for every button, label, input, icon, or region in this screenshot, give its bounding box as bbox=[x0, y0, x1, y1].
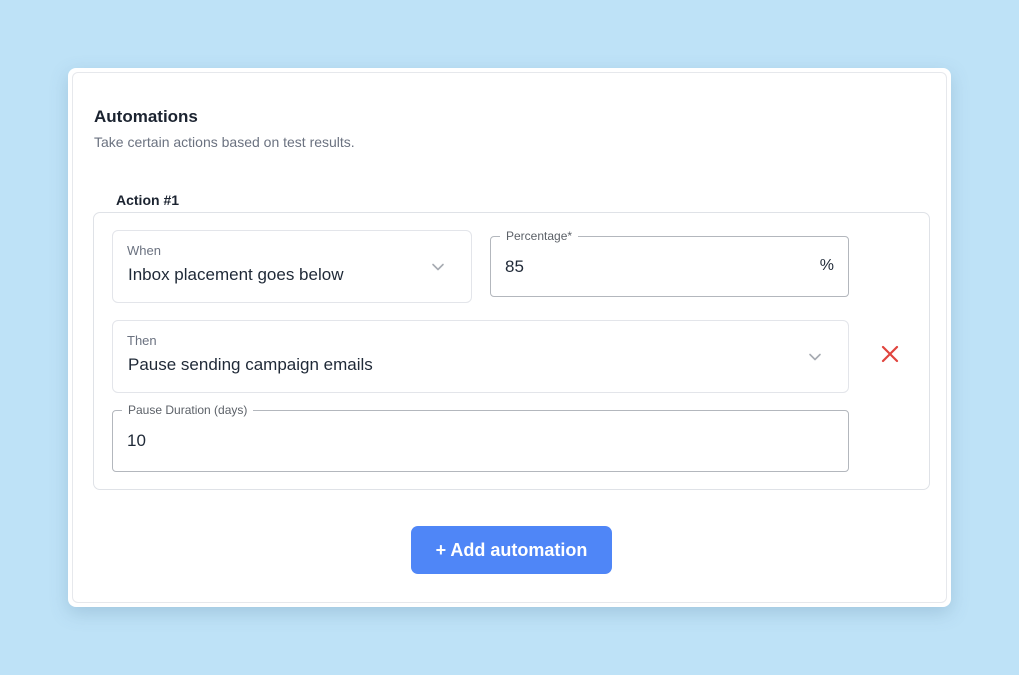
add-automation-button[interactable]: + Add automation bbox=[411, 526, 612, 574]
percentage-label: Percentage* bbox=[500, 228, 579, 244]
when-value: Inbox placement goes below bbox=[128, 265, 344, 284]
action-label: Action #1 bbox=[116, 192, 180, 208]
percentage-field: Percentage* % bbox=[490, 228, 849, 297]
pause-duration-input[interactable] bbox=[127, 429, 827, 453]
automations-card: Automations Take certain actions based o… bbox=[68, 68, 951, 607]
close-icon[interactable] bbox=[878, 342, 902, 366]
then-value: Pause sending campaign emails bbox=[128, 355, 373, 374]
pause-duration-label: Pause Duration (days) bbox=[122, 402, 254, 418]
when-label: When bbox=[127, 243, 161, 258]
percentage-input[interactable] bbox=[505, 255, 795, 279]
section-subtitle: Take certain actions based on test resul… bbox=[94, 134, 355, 150]
then-select[interactable]: Then Pause sending campaign emails bbox=[112, 320, 849, 393]
percentage-suffix: % bbox=[819, 257, 834, 274]
action-box: When Inbox placement goes below Percenta… bbox=[93, 212, 930, 490]
section-title: Automations bbox=[94, 107, 198, 126]
chevron-down-icon bbox=[432, 263, 444, 271]
chevron-down-icon bbox=[809, 353, 821, 361]
then-label: Then bbox=[127, 333, 157, 348]
when-select[interactable]: When Inbox placement goes below bbox=[112, 230, 472, 303]
pause-duration-field: Pause Duration (days) bbox=[112, 402, 849, 472]
